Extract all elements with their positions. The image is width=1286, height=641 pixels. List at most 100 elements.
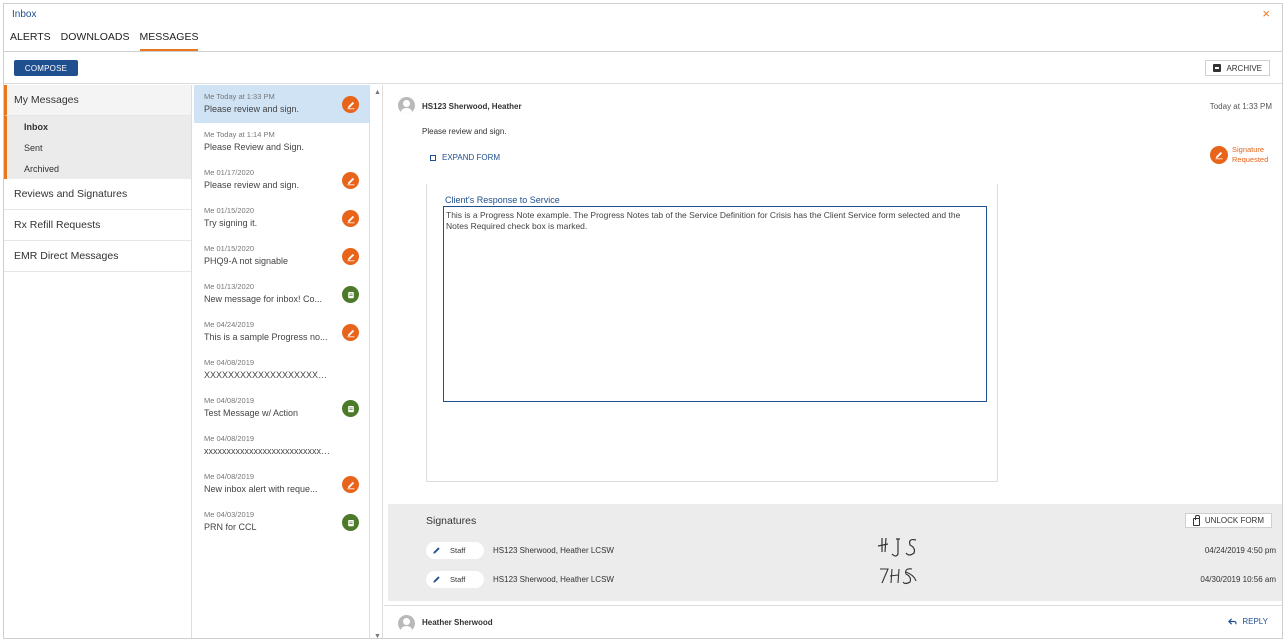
role-label: Staff — [450, 575, 466, 584]
pencil-icon — [347, 215, 354, 223]
tab-alerts[interactable]: ALERTS — [10, 31, 51, 51]
window-title: Inbox — [12, 9, 37, 20]
signature-request-icon — [342, 96, 359, 113]
expand-form-button[interactable]: EXPAND FORM — [430, 153, 500, 162]
lock-icon — [1192, 514, 1200, 526]
sidebar-item-reviews[interactable]: Reviews and Signatures — [4, 179, 191, 210]
pencil-icon — [347, 329, 354, 337]
note-badge-icon — [342, 514, 359, 531]
message-subject: Please Review and Sign. — [204, 142, 305, 152]
archive-icon — [1213, 64, 1222, 72]
message-subject: Test Message w/ Action — [204, 408, 299, 418]
message-subject: XXXXXXXXXXXXXXXXXXXXXX... — [204, 370, 332, 380]
signer-name: HS123 Sherwood, Heather LCSW — [493, 546, 614, 555]
pencil-icon — [433, 576, 440, 583]
form-textarea[interactable]: This is a Progress Note example. The Pro… — [443, 206, 987, 402]
list-item[interactable]: Me 01/13/2020 New message for inbox! Co..… — [194, 275, 369, 313]
handwritten-signature-icon — [877, 537, 917, 557]
staff-role-pill[interactable]: Staff — [426, 571, 484, 588]
pencil-icon — [347, 177, 354, 185]
signer-name: HS123 Sherwood, Heather LCSW — [493, 575, 614, 584]
pencil-icon — [347, 101, 354, 109]
message-list-scrollbar[interactable]: ▲ ▼ — [371, 85, 383, 638]
signature-request-icon — [342, 210, 359, 227]
expand-icon — [430, 154, 436, 161]
list-item[interactable]: Me 01/17/2020 Please review and sign. — [194, 161, 369, 199]
message-subject: New inbox alert with reque... — [204, 484, 318, 494]
unlock-form-button[interactable]: UNLOCK FORM — [1184, 513, 1272, 528]
signature-request-icon — [342, 324, 359, 341]
archive-button[interactable]: ARCHIVE — [1205, 60, 1270, 76]
form-container: Client's Response to Service This is a P… — [426, 184, 998, 482]
window-header: Inbox × ALERTS DOWNLOADS MESSAGES — [4, 4, 1282, 52]
note-icon — [347, 405, 354, 412]
avatar — [398, 97, 415, 114]
message-subject: PHQ9-A not signable — [204, 256, 289, 266]
unlock-form-label: UNLOCK FORM — [1204, 516, 1264, 525]
message-detail: HS123 Sherwood, Heather Today at 1:33 PM… — [384, 85, 1282, 638]
reply-label: REPLY — [1242, 617, 1268, 626]
signature-requested-status[interactable]: Signature Requested — [1210, 145, 1272, 165]
reply-bar: Heather Sherwood REPLY — [384, 605, 1282, 638]
message-subject: New message for inbox! Co... — [204, 294, 323, 304]
sidebar-item-sent[interactable]: Sent — [7, 137, 191, 158]
list-item[interactable]: Me Today at 1:33 PM Please review and sig… — [194, 85, 369, 123]
message-subject: PRN for CCL — [204, 522, 257, 532]
signatures-panel: Signatures UNLOCK FORM Staff HS123 Sherw… — [388, 504, 1282, 601]
role-label: Staff — [450, 546, 466, 555]
pencil-icon — [347, 253, 354, 261]
tab-downloads[interactable]: DOWNLOADS — [61, 31, 130, 51]
message-body: Please review and sign. — [422, 127, 507, 136]
scroll-up-icon[interactable]: ▲ — [374, 89, 381, 96]
signature-request-icon — [342, 476, 359, 493]
message-meta: Me 04/08/2019 — [204, 358, 255, 367]
message-list: Me Today at 1:33 PM Please review and sig… — [194, 85, 370, 638]
form-field-label: Client's Response to Service — [445, 195, 560, 205]
signature-date: 04/30/2019 10:56 am — [1200, 575, 1276, 584]
signature-date: 04/24/2019 4:50 pm — [1204, 546, 1276, 555]
note-badge-icon — [342, 400, 359, 417]
message-sender: HS123 Sherwood, Heather — [422, 102, 522, 111]
signatures-title: Signatures — [426, 515, 477, 527]
signature-row: Staff HS123 Sherwood, Heather LCSW 04/24… — [426, 537, 1276, 560]
pencil-icon — [433, 547, 440, 554]
sidebar-item-inbox[interactable]: Inbox — [7, 116, 191, 137]
list-item[interactable]: Me 04/03/2019 PRN for CCL — [194, 503, 369, 541]
tab-bar: ALERTS DOWNLOADS MESSAGES — [10, 31, 199, 51]
signature-request-icon — [342, 172, 359, 189]
message-subject: Please review and sign. — [204, 180, 300, 190]
list-item[interactable]: Me 04/24/2019 This is a sample Progress n… — [194, 313, 369, 351]
sidebar-item-my-messages[interactable]: My Messages — [4, 85, 191, 116]
list-item[interactable]: Me 01/15/2020 PHQ9-A not signable — [194, 237, 369, 275]
list-item[interactable]: Me Today at 1:14 PM Please Review and Sig… — [194, 123, 369, 161]
message-subject: This is a sample Progress no... — [204, 332, 328, 342]
scroll-down-icon[interactable]: ▼ — [374, 633, 381, 638]
message-meta: Me Today at 1:14 PM — [204, 130, 275, 139]
archive-button-label: ARCHIVE — [1226, 63, 1262, 73]
staff-role-pill[interactable]: Staff — [426, 542, 484, 559]
handwritten-signature-icon — [880, 568, 917, 585]
sidebar-item-emr-direct[interactable]: EMR Direct Messages — [4, 241, 191, 272]
message-time: Today at 1:33 PM — [1209, 102, 1272, 111]
toolbar: COMPOSE ARCHIVE — [4, 53, 1282, 84]
reply-recipient-name: Heather Sherwood — [422, 618, 493, 627]
list-item[interactable]: Me 04/08/2019 Test Message w/ Action — [194, 389, 369, 427]
expand-form-label: EXPAND FORM — [442, 153, 501, 162]
sidebar-item-rx-refill[interactable]: Rx Refill Requests — [4, 210, 191, 241]
compose-button[interactable]: COMPOSE — [14, 60, 78, 76]
signature-requested-text: Signature Requested — [1232, 145, 1269, 164]
close-icon[interactable]: × — [1262, 6, 1270, 21]
message-subject: xxxxxxxxxxxxxxxxxxxxxxxxxxx... — [204, 446, 332, 456]
message-subject: Please review and sign. — [204, 104, 300, 114]
tab-messages[interactable]: MESSAGES — [139, 31, 199, 51]
sidebar: My Messages Inbox Sent Archived Reviews … — [4, 85, 192, 638]
pencil-icon — [347, 481, 354, 489]
list-item[interactable]: Me 04/08/2019 xxxxxxxxxxxxxxxxxxxxxxxxxxx… — [194, 427, 369, 465]
sidebar-item-archived[interactable]: Archived — [7, 158, 191, 179]
list-item[interactable]: Me 04/08/2019 XXXXXXXXXXXXXXXXXXXXXX... — [194, 351, 369, 389]
list-item[interactable]: Me 04/08/2019 New inbox alert with reque.… — [194, 465, 369, 503]
pencil-icon — [1210, 146, 1228, 164]
signature-row: Staff HS123 Sherwood, Heather LCSW 04/30… — [426, 568, 1276, 589]
reply-button[interactable]: REPLY — [1228, 617, 1268, 626]
list-item[interactable]: Me 01/15/2020 Try signing it. — [194, 199, 369, 237]
